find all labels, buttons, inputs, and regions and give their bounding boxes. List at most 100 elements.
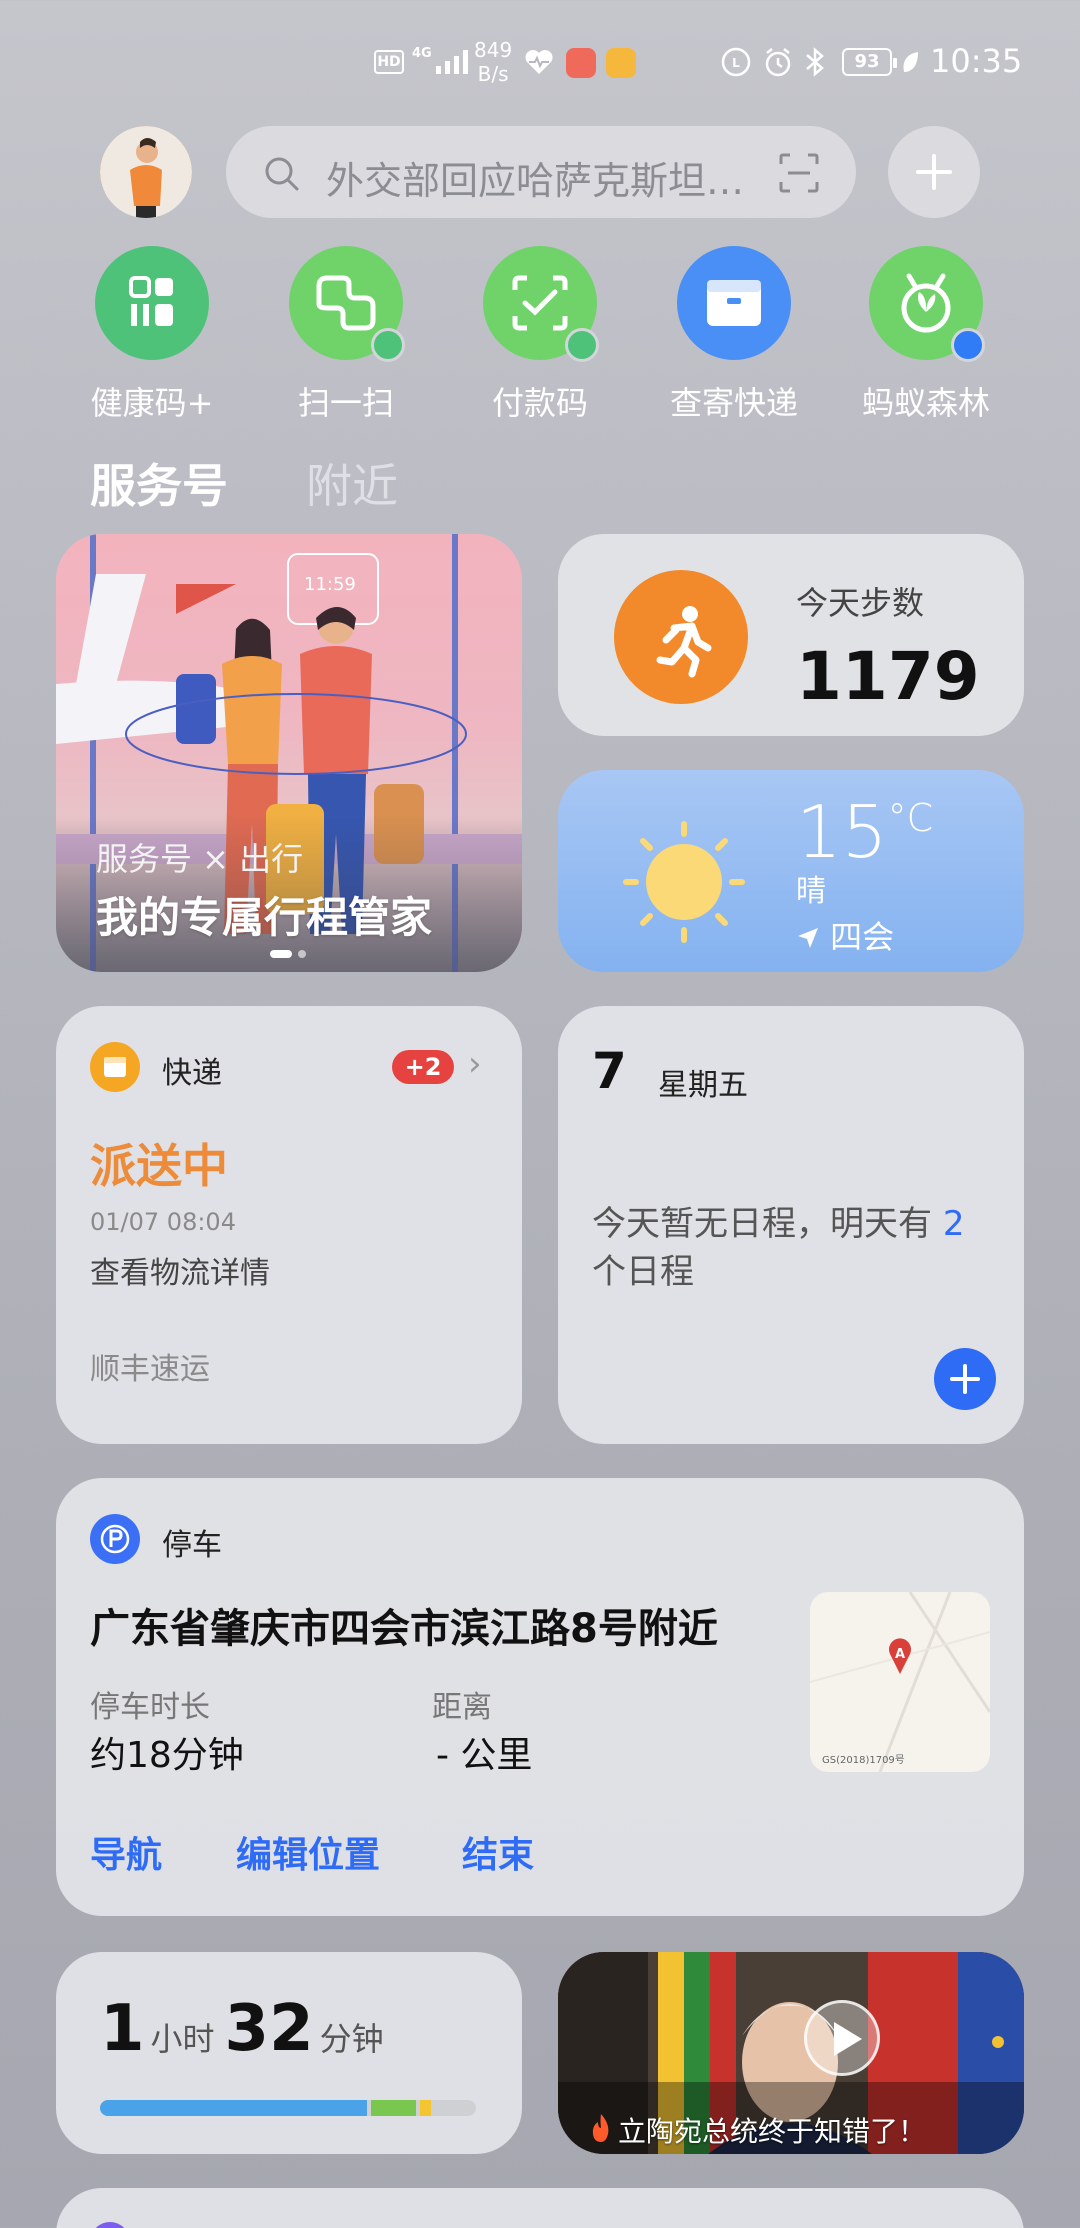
carousel-dots — [270, 950, 306, 958]
parking-distance-label: 距离 — [432, 1690, 492, 1725]
alarm-icon — [765, 48, 791, 77]
shortcut-express-query[interactable]: 查寄快递 — [654, 246, 814, 424]
app-notification-icon — [606, 48, 636, 78]
calendar-weekday: 星期五 — [658, 1068, 748, 1103]
tab-nearby[interactable]: 附近 — [306, 450, 398, 516]
usage-segment-1 — [371, 2100, 416, 2116]
signal-icon — [436, 50, 468, 74]
navigate-button[interactable]: 导航 — [90, 1826, 162, 1878]
next-card-partial[interactable] — [56, 2188, 1024, 2228]
search-icon — [265, 157, 299, 191]
add-event-button[interactable] — [934, 1348, 996, 1410]
add-button[interactable] — [888, 126, 980, 218]
svg-text:L: L — [732, 56, 740, 70]
travel-card[interactable]: 11:59 服务号 × 出行 我的专属行程管家 — [56, 534, 522, 972]
shortcut-payment-code[interactable]: 付款码 — [460, 246, 620, 424]
calendar-card[interactable]: 7 星期五 今天暂无日程，明天有 2 个日程 — [558, 1006, 1024, 1444]
shortcut-health-code[interactable]: 健康码+ — [72, 246, 232, 424]
ant-forest-icon — [869, 246, 985, 362]
shortcut-label: 蚂蚁森林 — [861, 384, 990, 422]
parking-title: 停车 — [162, 1528, 222, 1563]
sun-icon — [623, 821, 745, 943]
end-parking-button[interactable]: 结束 — [462, 1826, 534, 1878]
screen-time-total: 1 小时 32 分钟 — [100, 1992, 384, 2066]
usage-segment-0 — [100, 2100, 367, 2116]
express-card[interactable]: 快递 +2 › 派送中 01/07 08:04 查看物流详情 顺丰速运 — [56, 1006, 522, 1444]
lte-call-icon: L — [721, 47, 751, 77]
shortcut-label: 付款码 — [491, 384, 588, 422]
parking-distance-value: - 公里 — [436, 1735, 533, 1776]
parking-duration-label: 停车时长 — [90, 1690, 210, 1725]
clock: 10:35 — [930, 42, 1023, 80]
travel-subtitle: 服务号 × 出行 — [96, 840, 304, 878]
status-bar: HD 4G 849 B/s L 93 10:35 — [0, 0, 1080, 120]
wechat-badge-icon — [565, 328, 599, 362]
search-bar[interactable]: 外交部回应哈萨克斯坦局势 — [226, 126, 856, 218]
steps-value: 1179 — [796, 638, 980, 715]
travel-title: 我的专属行程管家 — [96, 893, 433, 942]
map-license: GS(2018)1709号 — [822, 1755, 905, 1766]
svg-text:A: A — [895, 1647, 905, 1662]
shortcut-label: 查寄快递 — [669, 384, 798, 422]
weather-condition: 晴 — [796, 874, 826, 909]
tab-service[interactable]: 服务号 — [90, 450, 228, 516]
steps-label: 今天步数 — [796, 584, 925, 622]
event-count: 2 — [942, 1204, 965, 1244]
steps-card[interactable]: 今天步数 1179 — [558, 534, 1024, 736]
weather-card[interactable]: 15°C 晴 四会 — [558, 770, 1024, 972]
bluetooth-icon — [806, 47, 824, 77]
scan-icon — [289, 246, 405, 362]
temperature: 15°C — [796, 790, 934, 874]
express-detail-link[interactable]: 查看物流详情 — [90, 1248, 270, 1292]
hd-indicator: HD — [374, 50, 404, 74]
location-arrow-icon — [798, 928, 818, 948]
parking-icon — [90, 1514, 140, 1564]
express-time: 01/07 08:04 — [90, 1208, 236, 1236]
shortcut-ant-forest[interactable]: 蚂蚁森林 — [846, 246, 1006, 424]
map-thumbnail[interactable]: A GS(2018)1709号 — [810, 1592, 990, 1772]
health-heart-icon — [525, 50, 553, 74]
chevron-right-icon[interactable]: › — [468, 1044, 482, 1084]
network-type: 4G — [412, 46, 432, 61]
parking-address: 广东省肇庆市四会市滨江路8号附近 — [90, 1606, 718, 1652]
shopping-app-icon — [566, 48, 596, 78]
payment-code-icon — [483, 246, 599, 362]
card-app-icon — [90, 2222, 130, 2228]
parking-card[interactable]: 停车 广东省肇庆市四会市滨江路8号附近 停车时长 约18分钟 距离 - 公里 导… — [56, 1478, 1024, 1916]
plus-icon — [916, 154, 952, 190]
shortcut-scan[interactable]: 扫一扫 — [266, 246, 426, 424]
wechat-badge-icon — [371, 328, 405, 362]
network-speed: 849 B/s — [474, 38, 513, 86]
avatar-figure-icon — [100, 126, 192, 218]
video-card[interactable]: 立陶宛总统终于知错了！ — [558, 1952, 1024, 2154]
express-count-badge: +2 — [392, 1050, 454, 1084]
avatar[interactable] — [100, 126, 192, 218]
usage-segment-2 — [420, 2100, 431, 2116]
shortcut-label: 扫一扫 — [297, 384, 394, 422]
map-pin-icon: A — [810, 1592, 990, 1772]
plus-icon — [950, 1364, 980, 1394]
play-icon — [834, 2022, 862, 2056]
health-code-icon — [95, 246, 209, 360]
express-box-icon — [90, 1042, 140, 1092]
calendar-day: 7 — [592, 1042, 627, 1100]
express-status: 派送中 — [90, 1139, 228, 1193]
battery-indicator: 93 — [842, 48, 897, 76]
video-caption: 立陶宛总统终于知错了！ — [618, 2115, 927, 2148]
shortcut-label: 健康码+ — [90, 384, 214, 422]
package-icon — [677, 246, 791, 360]
express-carrier: 顺丰速运 — [90, 1352, 210, 1387]
screen-time-card[interactable]: 1 小时 32 分钟 — [56, 1952, 522, 2154]
temperature-unit: °C — [887, 796, 934, 840]
edit-location-button[interactable]: 编辑位置 — [236, 1826, 380, 1878]
scan-code-icon[interactable] — [778, 152, 820, 194]
alipay-badge-icon — [951, 328, 985, 362]
express-title: 快递 — [162, 1056, 222, 1091]
search-input[interactable]: 外交部回应哈萨克斯坦局势 — [326, 150, 746, 205]
play-button[interactable] — [804, 2000, 880, 2076]
running-icon — [614, 570, 748, 704]
fire-icon — [592, 2114, 609, 2142]
power-saving-icon — [903, 52, 918, 72]
calendar-summary: 今天暂无日程，明天有 2 个日程 — [592, 1204, 965, 1292]
illustration-clock: 11:59 — [304, 574, 356, 595]
